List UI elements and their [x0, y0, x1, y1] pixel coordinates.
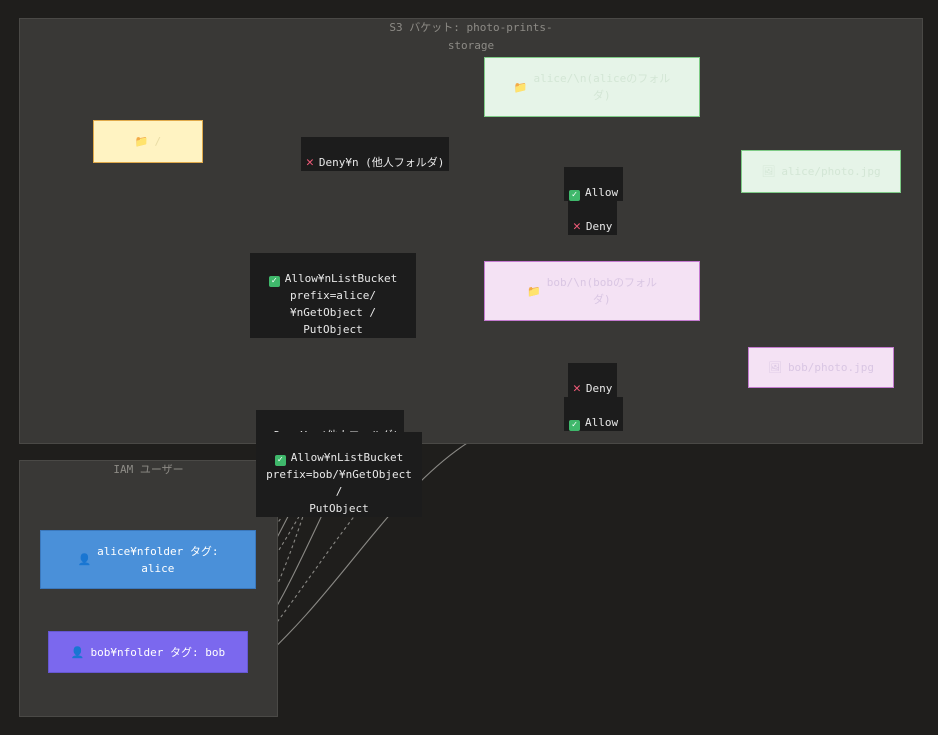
allow-check-icon: ✓: [268, 276, 280, 287]
folder-icon: 📁: [527, 284, 541, 298]
user-icon: 👤: [77, 553, 92, 566]
alice-folder-label: alice/\n(aliceのフォル ダ): [533, 72, 671, 102]
folder-icon: 📁: [134, 135, 149, 148]
deny-icon: ✕: [306, 155, 314, 170]
folder-icon: 📁: [513, 80, 528, 94]
user-bob-label: bob¥nfolder タグ: bob: [90, 645, 226, 659]
alice-photo-label: alice/photo.jpg: [781, 165, 881, 178]
deny-icon: ✕: [573, 381, 581, 396]
edge-label-allow-bob-file: ✓ Allow: [564, 397, 624, 431]
edge-label-allow-alice-list: ✓ Allow¥nListBucket prefix=alice/¥nGetObj…: [250, 253, 416, 338]
edge-label-allow-bob-list: ✓ Allow¥nListBucket prefix=bob/¥nGetObjec…: [256, 432, 422, 517]
image-file-icon: 🖼: [767, 361, 782, 374]
user-alice-label: alice¥nfolder タグ: alice: [97, 544, 219, 575]
user-icon: 👤: [70, 645, 85, 659]
allow-check-icon: ✓: [274, 455, 286, 466]
edge-label-allow-alice-file: ✓ Allow: [564, 167, 624, 201]
bob-folder-label: bob/\n(bobのフォル ダ): [546, 276, 657, 306]
alice-folder-node[interactable]: 📁 alice/\n(aliceのフォル ダ): [484, 57, 700, 117]
alice-photo-node[interactable]: 🖼 alice/photo.jpg: [741, 150, 901, 193]
bob-folder-node[interactable]: 📁 bob/\n(bobのフォル ダ): [484, 261, 700, 321]
edge-label-deny-alice-file: ✕ Deny: [568, 201, 618, 235]
bob-photo-label: bob/photo.jpg: [787, 361, 875, 374]
s3-bucket-title: S3 バケット: photo-prints- storage: [389, 21, 553, 52]
iam-users-title: IAM ユーザー: [113, 463, 184, 476]
edge-label-deny-bob-file: ✕ Deny: [568, 363, 618, 397]
allow-check-icon: ✓: [569, 420, 580, 431]
diagram-canvas: S3 バケット: photo-prints- storage IAM ユーザー …: [0, 0, 938, 735]
root-folder-label: /: [154, 135, 162, 148]
user-alice-node[interactable]: 👤 alice¥nfolder タグ: alice: [40, 530, 256, 589]
user-bob-node[interactable]: 👤 bob¥nfolder タグ: bob: [48, 631, 248, 673]
allow-check-icon: ✓: [569, 190, 580, 201]
image-file-icon: 🖼: [761, 165, 776, 178]
edge-label-deny-alice-other: ✕ Deny¥n (他人フォルダ): [301, 137, 450, 171]
deny-icon: ✕: [573, 219, 581, 234]
root-folder-node[interactable]: 📁 /: [93, 120, 203, 163]
bob-photo-node[interactable]: 🖼 bob/photo.jpg: [748, 347, 894, 388]
